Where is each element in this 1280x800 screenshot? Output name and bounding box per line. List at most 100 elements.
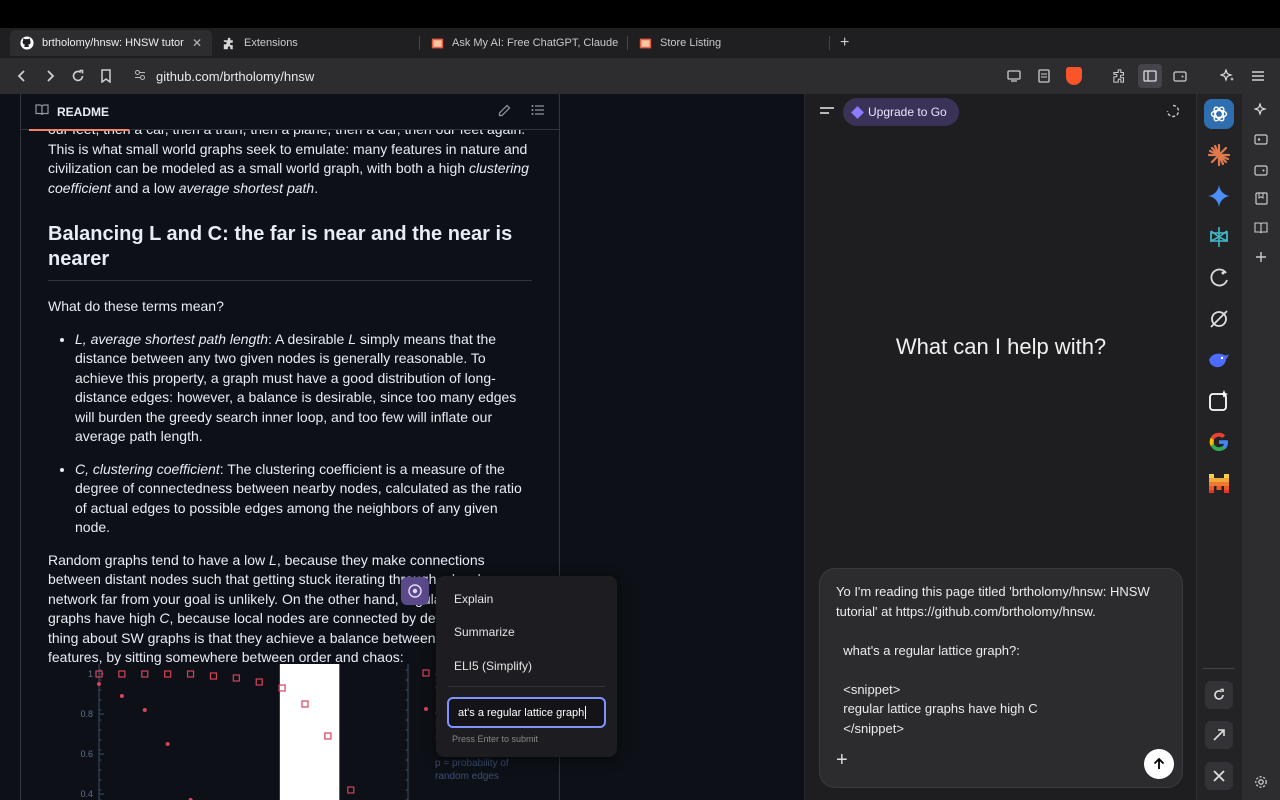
cast-icon[interactable] xyxy=(1002,64,1026,88)
paragraph-question: What do these terms mean? xyxy=(48,298,224,314)
attach-plus-icon[interactable]: + xyxy=(836,749,848,772)
slash-model-icon[interactable] xyxy=(1204,304,1234,334)
url-text[interactable]: github.com/brtholomy/hnsw xyxy=(156,69,314,84)
deepseek-icon[interactable] xyxy=(1204,345,1234,375)
new-chat-icon[interactable] xyxy=(1166,104,1180,121)
address-bar[interactable]: github.com/brtholomy/hnsw xyxy=(134,69,314,84)
navigation-bar: github.com/brtholomy/hnsw xyxy=(0,58,1280,94)
ai-context-menu: Explain Summarize ELI5 (Simplify) at's a… xyxy=(436,576,617,757)
tab-title: Store Listing xyxy=(660,37,722,49)
y-tick-label: 0.8 xyxy=(80,709,93,719)
sidebar-menu-icon[interactable] xyxy=(819,105,835,121)
close-tab-icon[interactable]: ✕ xyxy=(192,36,202,50)
ai-writer-icon[interactable] xyxy=(1204,386,1234,416)
ai-model-dock xyxy=(1196,94,1242,800)
talk-icon[interactable] xyxy=(1253,132,1269,148)
edit-pencil-icon[interactable] xyxy=(498,104,511,120)
store-icon xyxy=(430,36,444,50)
path-length-point xyxy=(119,694,124,698)
clustering-point xyxy=(347,786,355,794)
leo-sparkle-icon[interactable] xyxy=(1253,102,1269,118)
chatgpt-icon[interactable] xyxy=(1204,99,1234,129)
readme-label[interactable]: README xyxy=(57,105,109,119)
list-item: L, average shortest path length: A desir… xyxy=(75,330,532,447)
open-external-icon[interactable] xyxy=(1205,721,1233,749)
outline-list-icon[interactable] xyxy=(531,104,545,120)
section-heading: Balancing L and C: the far is near and t… xyxy=(48,222,532,281)
menu-icon[interactable] xyxy=(1246,64,1270,88)
os-top-bar xyxy=(0,0,1280,28)
google-icon[interactable] xyxy=(1204,427,1234,457)
y-tick-label: 0.4 xyxy=(80,789,93,799)
book-icon xyxy=(35,103,49,121)
sidebar-toggle-icon[interactable] xyxy=(1138,64,1162,88)
claude-icon[interactable] xyxy=(1204,140,1234,170)
clustering-point xyxy=(255,678,263,686)
path-length-point xyxy=(142,708,147,712)
clustering-point xyxy=(232,674,240,682)
store-icon xyxy=(638,36,652,50)
reload-icon[interactable] xyxy=(66,64,90,88)
extensions-icon[interactable] xyxy=(1108,64,1132,88)
send-button[interactable] xyxy=(1144,749,1174,779)
leo-ai-icon[interactable] xyxy=(1216,64,1240,88)
y-tick-label: 0.6 xyxy=(80,749,93,759)
ai-assistant-bubble-icon[interactable] xyxy=(401,577,429,605)
settings-gear-icon[interactable] xyxy=(1253,774,1269,790)
clustering-point xyxy=(164,670,172,678)
back-icon[interactable] xyxy=(10,64,34,88)
greeting-heading: What can I help with? xyxy=(895,334,1107,359)
refresh-icon[interactable] xyxy=(1205,681,1233,709)
github-icon xyxy=(20,36,34,50)
bookmarks-icon[interactable] xyxy=(1253,190,1269,206)
chatgpt-sidebar-panel: Upgrade to Go What can I help with? Yo I… xyxy=(804,94,1196,800)
message-input[interactable]: Yo I'm reading this page titled 'brtholo… xyxy=(836,582,1176,738)
tab-strip: brtholomy/hnsw: HNSW tutoria ✕ Extension… xyxy=(0,28,1280,58)
clustering-point xyxy=(209,672,218,680)
message-composer[interactable]: Yo I'm reading this page titled 'brtholo… xyxy=(819,568,1183,788)
tab-github-hnsw[interactable]: brtholomy/hnsw: HNSW tutoria ✕ xyxy=(10,30,212,56)
reading-list-icon[interactable] xyxy=(1253,220,1269,236)
mistral-icon[interactable] xyxy=(1204,468,1234,498)
paragraph-small-world: our feet, then a car, then a train, then… xyxy=(48,121,529,196)
add-panel-icon[interactable] xyxy=(1253,249,1269,265)
browser-sidebar-rail xyxy=(1242,94,1280,800)
tab-store-listing[interactable]: Store Listing xyxy=(628,30,830,56)
path-length-point xyxy=(165,742,170,746)
tab-extensions[interactable]: Extensions xyxy=(212,30,420,56)
tab-title: Ask My AI: Free ChatGPT, Claude, xyxy=(452,37,618,49)
forward-icon[interactable] xyxy=(38,64,62,88)
highlight-band xyxy=(279,664,340,800)
explain-option[interactable]: Explain xyxy=(454,592,493,606)
wallet-icon[interactable] xyxy=(1168,64,1192,88)
chart-note: random edges xyxy=(435,771,499,782)
diamond-icon xyxy=(851,105,864,119)
bookmark-icon[interactable] xyxy=(94,64,118,88)
gemini-icon[interactable] xyxy=(1204,181,1234,211)
upgrade-button[interactable]: Upgrade to Go xyxy=(843,98,959,126)
tab-ask-my-ai[interactable]: Ask My AI: Free ChatGPT, Claude, xyxy=(420,30,628,56)
clustering-point xyxy=(186,670,195,678)
grok-icon[interactable] xyxy=(1204,263,1234,293)
tab-title: Extensions xyxy=(244,37,298,49)
terms-list: L, average shortest path length: A desir… xyxy=(48,330,532,538)
wallet-icon[interactable] xyxy=(1253,162,1269,178)
site-settings-icon[interactable] xyxy=(134,69,146,84)
clustering-point xyxy=(118,670,126,678)
brave-shields-icon[interactable] xyxy=(1062,64,1086,88)
summarize-option[interactable]: Summarize xyxy=(454,625,515,639)
custom-prompt-input[interactable]: at's a regular lattice graph xyxy=(447,697,606,728)
perplexity-icon[interactable] xyxy=(1204,222,1234,252)
list-item: C, clustering coefficient: The clusterin… xyxy=(75,460,532,538)
legend-marker-square xyxy=(422,669,430,677)
close-panel-icon[interactable] xyxy=(1205,762,1233,790)
eli5-option[interactable]: ELI5 (Simplify) xyxy=(454,659,532,673)
y-tick-label: 1 xyxy=(88,669,93,679)
tab-title: brtholomy/hnsw: HNSW tutoria xyxy=(42,37,184,49)
reader-mode-icon[interactable] xyxy=(1032,64,1056,88)
readme-header: README xyxy=(21,94,559,131)
legend-marker-dot xyxy=(424,707,428,711)
puzzle-icon xyxy=(222,36,236,50)
path-length-point xyxy=(97,682,101,686)
new-tab-button[interactable]: + xyxy=(830,34,859,52)
